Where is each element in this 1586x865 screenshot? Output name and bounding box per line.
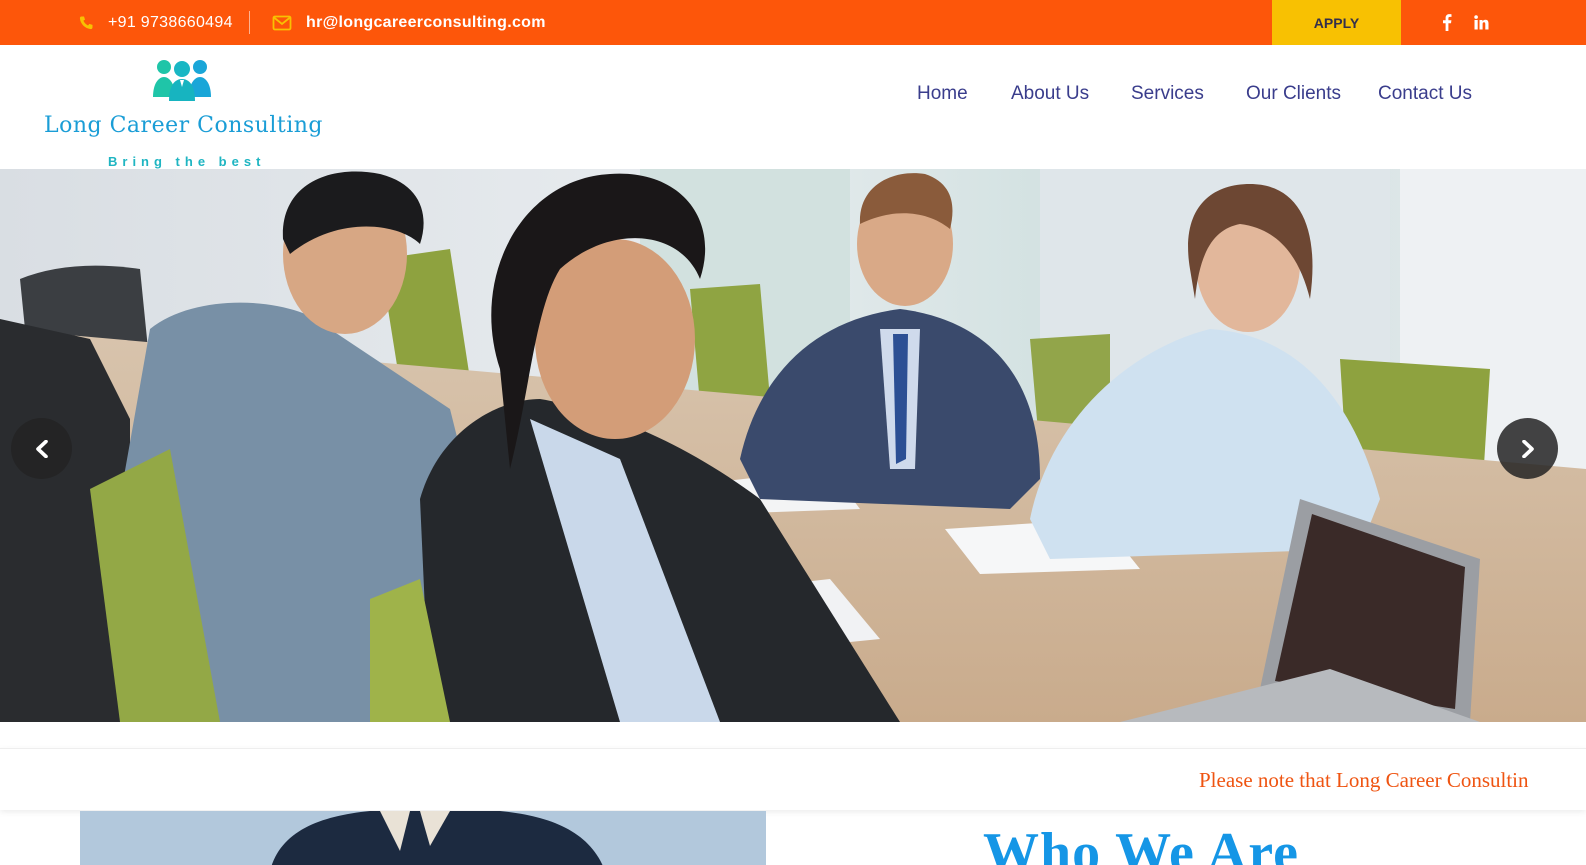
email-address[interactable]: hr@longcareerconsulting.com (306, 14, 546, 32)
nav-contact-us[interactable]: Contact Us (1378, 83, 1472, 109)
notice-marquee-text: Please note that Long Career Consultin (1199, 768, 1529, 792)
phone-contact[interactable]: +91 9738660494 (78, 0, 233, 45)
linkedin-icon[interactable] (1470, 0, 1492, 45)
logo-name: Long Career Consulting (44, 113, 323, 138)
facebook-icon[interactable] (1436, 0, 1458, 45)
carousel-prev-button[interactable] (11, 418, 72, 479)
about-image (80, 811, 766, 865)
nav-services[interactable]: Services (1131, 83, 1204, 109)
email-contact[interactable]: hr@longcareerconsulting.com (272, 0, 546, 45)
apply-button[interactable]: APPLY (1272, 0, 1401, 45)
hero-image (0, 169, 1586, 722)
contact-divider (249, 11, 250, 34)
phone-icon (78, 15, 94, 31)
section-title-who-we-are: Who We Are (983, 822, 1299, 865)
people-logo-icon (153, 60, 211, 101)
company-logo[interactable]: Long Career Consulting Bring the best (40, 55, 330, 169)
site-header: Long Career Consulting Bring the best Ho… (0, 45, 1586, 169)
chevron-right-icon (1521, 439, 1534, 458)
phone-number[interactable]: +91 9738660494 (108, 14, 233, 32)
envelope-icon (272, 15, 292, 31)
carousel-next-button[interactable] (1497, 418, 1558, 479)
top-bar: +91 9738660494 hr@longcareerconsulting.c… (0, 0, 1586, 45)
notice-strip: Please note that Long Career Consultin (0, 748, 1586, 810)
logo-tagline: Bring the best (108, 154, 266, 169)
chevron-left-icon (35, 439, 48, 458)
nav-our-clients[interactable]: Our Clients (1246, 83, 1341, 109)
nav-home[interactable]: Home (917, 83, 968, 109)
nav-about-us[interactable]: About Us (1011, 83, 1089, 109)
hero-slider (0, 169, 1586, 722)
